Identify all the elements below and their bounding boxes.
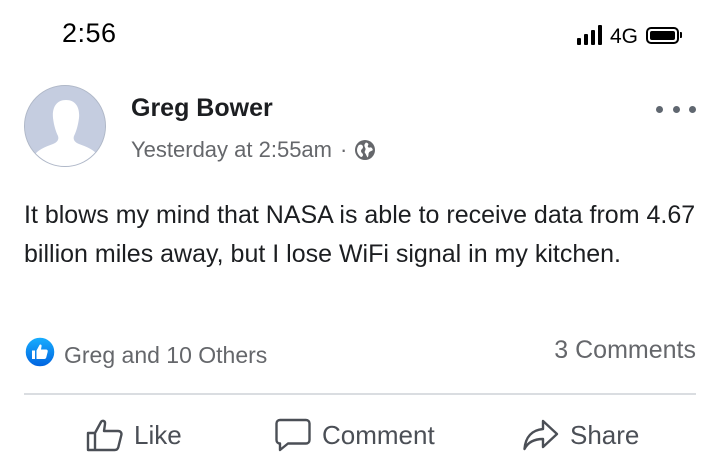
status-time: 2:56 [62, 18, 117, 48]
network-type-label: 4G [609, 24, 638, 48]
status-bar: 2:56 4G [0, 0, 720, 60]
like-reaction-icon[interactable] [24, 336, 56, 368]
post-header: Greg Bower Yesterday at 2:55am · [0, 80, 720, 170]
comment-bubble-icon [275, 418, 311, 452]
reaction-summary[interactable]: Greg and 10 Others [64, 342, 267, 369]
divider [24, 393, 696, 395]
avatar[interactable] [24, 85, 106, 167]
comment-button[interactable]: Comment [274, 405, 435, 465]
profile-silhouette-icon [25, 86, 105, 166]
globe-icon [355, 140, 376, 160]
like-button[interactable]: Like [86, 405, 182, 465]
reactions-row: Greg and 10 Others 3 Comments [24, 334, 696, 374]
meta-separator: · [340, 137, 348, 162]
more-options-icon[interactable] [656, 104, 696, 114]
status-indicators: 4G [576, 20, 682, 50]
share-arrow-icon [523, 419, 559, 451]
comments-count[interactable]: 3 Comments [554, 336, 696, 365]
battery-icon [646, 26, 682, 44]
share-label: Share [570, 419, 640, 450]
comment-label: Comment [322, 419, 435, 450]
post-meta: Yesterday at 2:55am · [131, 137, 377, 163]
post-action-bar: Like Comment Share [0, 405, 720, 465]
share-button[interactable]: Share [522, 405, 639, 465]
cellular-signal-icon [576, 25, 602, 45]
post-timestamp[interactable]: Yesterday at 2:55am [131, 137, 332, 163]
post-author-name[interactable]: Greg Bower [131, 94, 273, 123]
like-label: Like [134, 419, 182, 450]
thumbs-up-icon [86, 419, 123, 452]
post-body-text: It blows my mind that NASA is able to re… [24, 201, 696, 268]
